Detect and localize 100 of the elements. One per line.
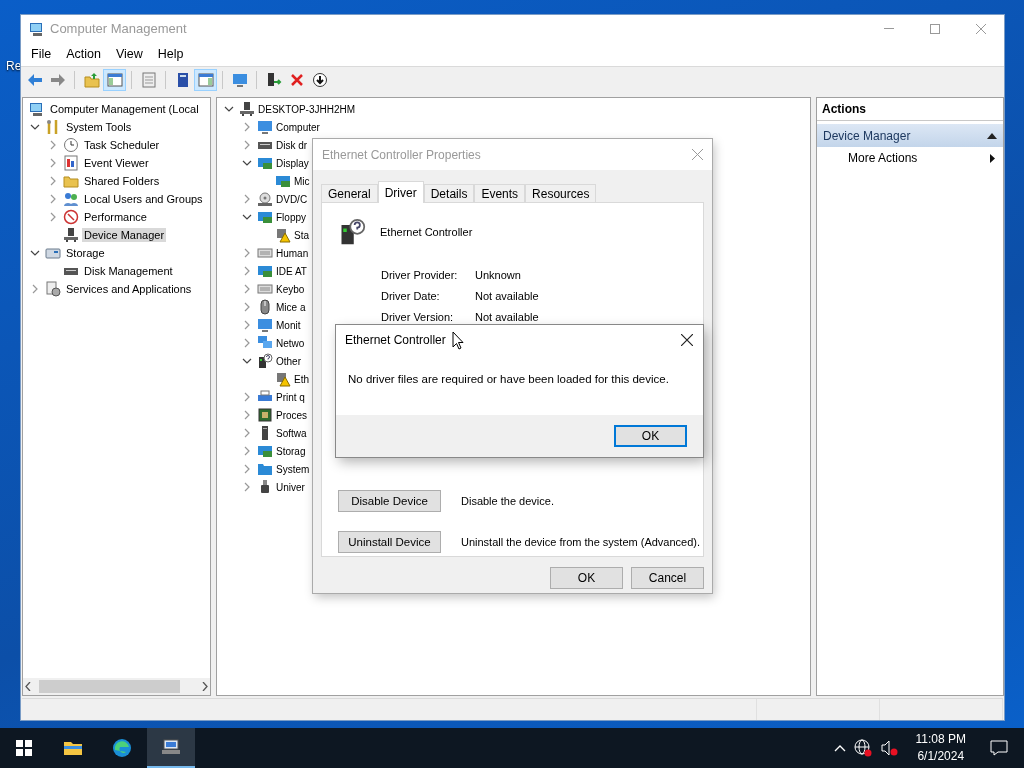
keyboard-icon — [257, 245, 273, 261]
tree-item[interactable]: Event Viewer — [82, 156, 151, 170]
tab[interactable]: Driver — [377, 181, 424, 203]
device-icon — [63, 227, 79, 243]
tree-item[interactable]: System — [274, 462, 312, 476]
unknown-device-icon — [257, 353, 273, 369]
tree-item[interactable]: Disk Management — [82, 264, 175, 278]
card-icon — [275, 173, 291, 189]
tree-item[interactable]: Storag — [274, 444, 308, 458]
network-icon — [257, 335, 273, 351]
message-text: No driver files are required or have been loaded for this device. — [348, 373, 669, 385]
device-icon — [239, 101, 255, 117]
computer-icon — [29, 20, 45, 37]
tree-item[interactable]: Monit — [274, 318, 303, 332]
action-button[interactable]: Uninstall Device — [338, 531, 441, 553]
tab[interactable]: General — [321, 184, 378, 202]
left-arrow-icon — [26, 72, 43, 88]
dialog-title: Ethernet Controller — [345, 333, 446, 347]
globe-icon[interactable] — [853, 739, 872, 757]
menu-item[interactable]: Action — [60, 47, 110, 61]
menu-item[interactable]: Help — [151, 47, 193, 61]
taskbar-app[interactable] — [147, 728, 195, 768]
scroll-right-icon[interactable] — [202, 682, 208, 691]
field-label: Driver Version: — [381, 311, 455, 323]
tree-item[interactable]: Proces — [274, 408, 310, 422]
desktop-icon-label[interactable]: Re — [6, 59, 22, 73]
keyboard-icon — [257, 281, 273, 297]
tab[interactable]: Details — [423, 184, 475, 202]
close-icon — [976, 23, 986, 34]
action-item[interactable]: More Actions — [817, 147, 1003, 169]
scroll-left-icon[interactable] — [25, 682, 31, 691]
tree-item[interactable]: DESKTOP-3JHH2HM — [256, 102, 358, 116]
clock[interactable]: 11:08 PM 6/1/2024 — [905, 731, 976, 765]
tree-item[interactable]: Mice a — [274, 300, 308, 314]
dialog-button[interactable]: OK — [550, 567, 623, 589]
tree-item[interactable]: IDE AT — [274, 264, 309, 278]
tree-item[interactable]: Performance — [82, 210, 149, 224]
tree-item[interactable]: Softwa — [274, 426, 309, 440]
action-pane-button[interactable] — [194, 69, 217, 91]
tree-item[interactable]: DVD/C — [274, 192, 310, 206]
disc-icon — [257, 191, 273, 207]
console-tree-button[interactable] — [103, 69, 126, 91]
tree-item[interactable]: Computer — [274, 120, 322, 134]
tree-item[interactable]: Print q — [274, 390, 307, 404]
tree-item[interactable]: Task Scheduler — [82, 138, 162, 152]
mouse-icon — [257, 299, 273, 315]
tree-item[interactable]: Keybo — [274, 282, 307, 296]
action-button[interactable]: Disable Device — [338, 490, 441, 512]
horizontal-scrollbar[interactable] — [23, 678, 210, 695]
card-icon — [257, 209, 273, 225]
close-icon[interactable] — [681, 334, 693, 346]
tree-item[interactable]: Human — [274, 246, 311, 260]
tree-item[interactable]: Storage — [64, 246, 107, 260]
tree-item[interactable]: Services and Applications — [64, 282, 194, 296]
card-icon — [257, 443, 273, 459]
tree-item[interactable]: Sta — [292, 228, 311, 242]
services-icon — [45, 281, 61, 297]
actions-section[interactable]: Device Manager — [817, 124, 1003, 147]
drive-icon — [45, 245, 61, 261]
tree-item[interactable]: Display — [274, 156, 311, 170]
tree-item[interactable]: Netwo — [274, 336, 307, 350]
panel-icon — [106, 72, 123, 88]
tree-item[interactable]: Univer — [274, 480, 307, 494]
tab[interactable]: Events — [474, 184, 526, 202]
panel-icon — [197, 72, 214, 88]
tree-item[interactable]: Device Manager — [82, 228, 167, 242]
caret-up-icon[interactable] — [833, 744, 846, 752]
list-icon — [140, 72, 157, 88]
tower-arrow-icon — [265, 72, 282, 88]
tree-item[interactable]: Floppy — [274, 210, 308, 224]
monitor-icon — [231, 72, 248, 88]
cursor-icon — [452, 331, 464, 350]
tree-item[interactable]: Mic — [292, 174, 312, 188]
actions-header: Actions — [817, 98, 1003, 121]
tree-item[interactable]: Computer Management (Local — [48, 102, 201, 116]
menu-item[interactable]: View — [109, 47, 152, 61]
right-arrow-icon — [49, 72, 66, 88]
collapse-triangle-icon[interactable] — [987, 132, 997, 139]
folder-icon — [63, 173, 79, 189]
tree-item[interactable]: Shared Folders — [82, 174, 162, 188]
x-icon — [288, 72, 305, 88]
action-description: Uninstall the device from the system (Advanced). — [461, 536, 701, 548]
folder-icon — [257, 461, 273, 477]
users-icon — [63, 191, 79, 207]
action-description: Disable the device. — [461, 495, 554, 507]
gauge-icon — [63, 209, 79, 225]
speaker-muted-icon[interactable] — [879, 739, 898, 757]
tree-item[interactable]: Other — [274, 354, 303, 368]
tree-item[interactable]: Local Users and Groups — [82, 192, 205, 206]
menu-item[interactable]: File — [25, 47, 61, 61]
ok-button[interactable]: OK — [614, 425, 687, 447]
maximize-icon — [930, 23, 940, 34]
tab[interactable]: Resources — [525, 184, 597, 202]
tree-item[interactable]: Eth — [292, 372, 311, 386]
tree-item[interactable]: System Tools — [64, 120, 134, 134]
tree-item[interactable]: Disk dr — [274, 138, 310, 152]
dialog-button[interactable]: Cancel — [631, 567, 704, 589]
monitor-icon — [257, 119, 273, 135]
notification-icon[interactable] — [990, 740, 1008, 756]
field-value: Not available — [475, 290, 540, 302]
